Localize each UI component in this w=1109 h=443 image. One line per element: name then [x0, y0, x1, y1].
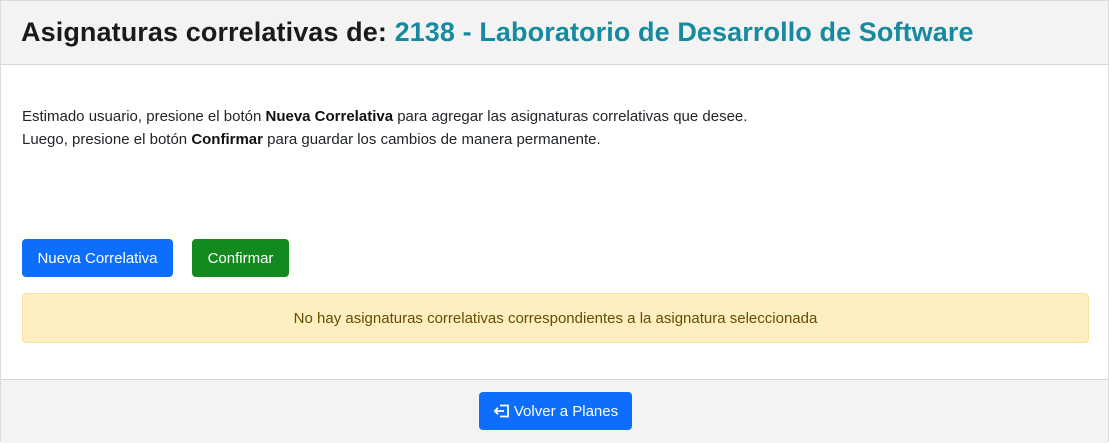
page-title: Asignaturas correlativas de: 2138 - Labo… — [21, 17, 974, 48]
correlatives-card: Asignaturas correlativas de: 2138 - Labo… — [0, 0, 1109, 443]
alert-message: No hay asignaturas correlativas correspo… — [293, 309, 818, 327]
back-to-plans-button[interactable]: Volver a Planes — [479, 392, 632, 430]
box-arrow-left-icon — [493, 403, 510, 419]
title-prefix: Asignaturas correlativas de: — [21, 17, 387, 47]
instructions-line-2-start: Luego, presione el botón — [22, 131, 192, 148]
instructions-line-1-end: para agregar las asignaturas correlativa… — [393, 108, 748, 125]
subject-name: 2138 - Laboratorio de Desarrollo de Soft… — [394, 17, 974, 47]
new-correlative-button[interactable]: Nueva Correlativa — [22, 239, 173, 277]
card-header: Asignaturas correlativas de: 2138 - Labo… — [1, 1, 1108, 65]
confirm-button[interactable]: Confirmar — [192, 239, 289, 277]
back-button-label: Volver a Planes — [513, 402, 619, 420]
instructions-line-1: Estimado usuario, presione el botón Nuev… — [22, 105, 747, 128]
instructions-line-2: Luego, presione el botón Confirmar para … — [22, 128, 747, 151]
instructions-line-2-end: para guardar los cambios de manera perma… — [263, 131, 601, 148]
empty-alert: No hay asignaturas correlativas correspo… — [22, 293, 1089, 343]
instructions-line-1-start: Estimado usuario, presione el botón — [22, 108, 266, 125]
card-footer: Volver a Planes — [1, 379, 1108, 443]
instructions-line-1-bold: Nueva Correlativa — [265, 108, 394, 125]
instructions-text: Estimado usuario, presione el botón Nuev… — [22, 105, 747, 151]
instructions-line-2-bold: Confirmar — [191, 131, 263, 148]
card-body: Estimado usuario, presione el botón Nuev… — [1, 65, 1108, 379]
